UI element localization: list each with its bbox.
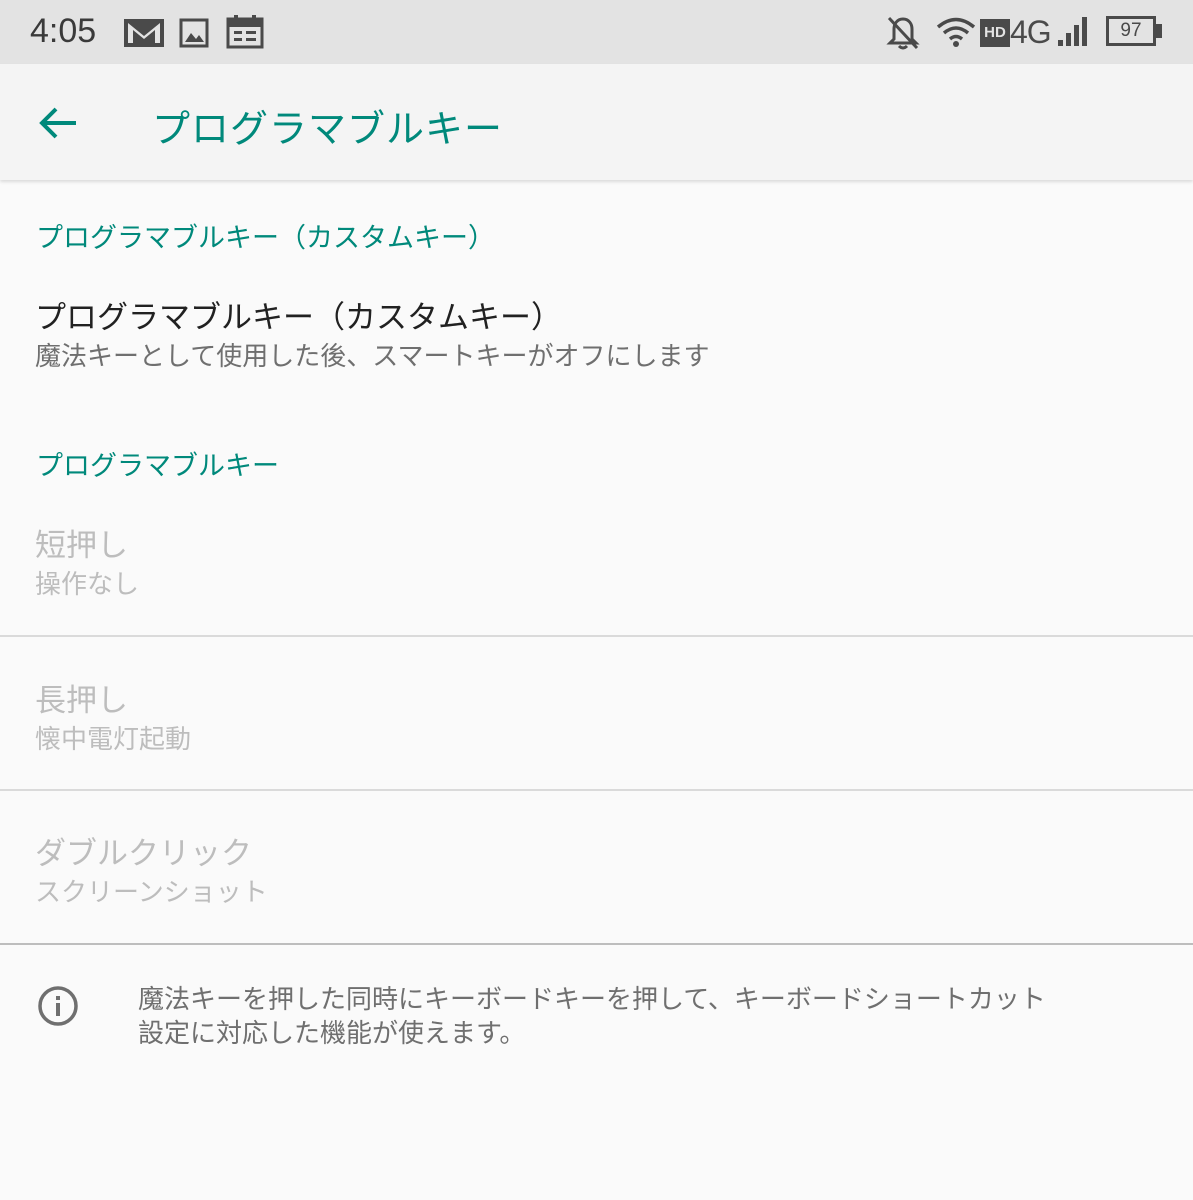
hd-label: HD	[984, 24, 1006, 41]
info-icon	[38, 986, 78, 1026]
preference-double-click: ダブルクリック スクリーンショット	[0, 808, 1193, 943]
battery-tip	[1156, 24, 1162, 38]
notifications-off-icon	[886, 16, 920, 50]
signal-icon	[1058, 17, 1087, 46]
preference-short-press: 短押し 操作なし	[0, 500, 1193, 635]
info-text-line: 魔法キーを押した同時にキーボードキーを押して、キーボードショートカット	[138, 985, 1046, 1015]
arrow-back-icon[interactable]	[34, 98, 84, 148]
info-text: 魔法キーを押した同時にキーボードキーを押して、キーボードショートカット 設定に対…	[138, 983, 1168, 1051]
page-title: プログラマブルキー	[152, 107, 504, 151]
preference-title: 長押し	[35, 683, 128, 719]
divider	[0, 789, 1193, 791]
divider	[0, 943, 1193, 945]
preference-title: 短押し	[35, 528, 128, 564]
gmail-icon	[124, 19, 164, 47]
battery-level: 97	[1120, 20, 1142, 41]
app-bar: プログラマブルキー	[0, 64, 1193, 180]
preference-summary: スクリーンショット	[35, 878, 268, 908]
battery-icon: 97	[1106, 16, 1156, 46]
status-time: 4:05	[30, 12, 97, 50]
section-header-programmable: プログラマブルキー	[36, 451, 279, 482]
wifi-icon	[936, 17, 976, 47]
divider	[0, 635, 1193, 637]
section-header-custom: プログラマブルキー（カスタムキー）	[36, 223, 495, 254]
preference-title: プログラマブルキー（カスタムキー）	[35, 300, 562, 336]
preference-title: ダブルクリック	[35, 836, 252, 872]
status-bar: 4:05 HD 4G 97	[0, 0, 1193, 64]
preference-long-press: 長押し 懐中電灯起動	[0, 655, 1193, 790]
hd-voice-icon: HD	[980, 19, 1010, 47]
image-icon	[179, 18, 209, 48]
calendar-icon	[226, 15, 264, 49]
preference-summary: 操作なし	[35, 570, 140, 600]
preference-summary: 魔法キーとして使用した後、スマートキーがオフにします	[35, 342, 710, 372]
preference-custom-key[interactable]: プログラマブルキー（カスタムキー） 魔法キーとして使用した後、スマートキーがオフ…	[0, 272, 1193, 382]
network-type-label: 4G	[1010, 14, 1052, 50]
info-text-line: 設定に対応した機能が使えます。	[138, 1019, 526, 1049]
preference-summary: 懐中電灯起動	[35, 725, 192, 755]
